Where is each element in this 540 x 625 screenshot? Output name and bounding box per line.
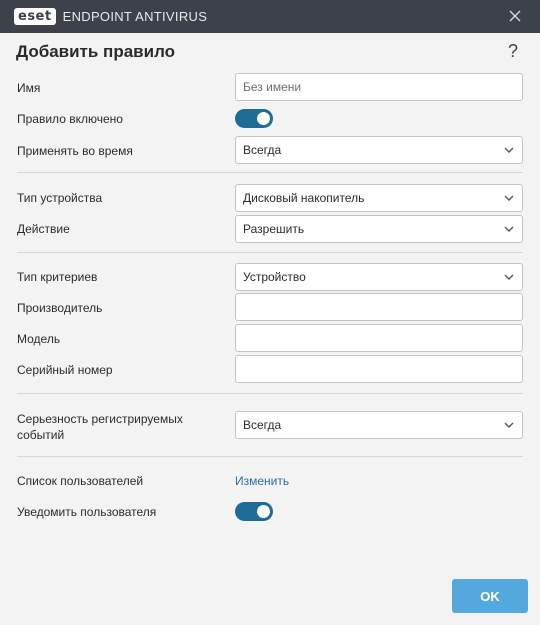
rule-enabled-toggle[interactable]: [235, 109, 273, 128]
eset-logo: eset ENDPOINT ANTIVIRUS: [14, 8, 207, 25]
divider: [17, 252, 523, 253]
rule-enabled-label: Правило включено: [17, 112, 123, 126]
log-severity-label-line2: событий: [17, 428, 65, 442]
device-type-select[interactable]: Дисковый накопитель: [235, 184, 523, 212]
serial-input[interactable]: [235, 355, 523, 383]
toggle-knob: [257, 112, 270, 125]
apply-time-select[interactable]: Всегда: [235, 136, 523, 164]
action-value: Разрешить: [243, 222, 305, 236]
log-severity-value: Всегда: [243, 418, 282, 432]
close-icon: [509, 10, 521, 22]
serial-label: Серийный номер: [17, 363, 113, 377]
help-button[interactable]: ?: [508, 41, 518, 62]
chevron-down-icon: [504, 147, 514, 153]
logo-mark: eset: [14, 8, 56, 25]
notify-user-label: Уведомить пользователя: [17, 505, 157, 519]
toggle-knob: [257, 505, 270, 518]
divider: [17, 393, 523, 394]
device-type-value: Дисковый накопитель: [243, 191, 365, 205]
model-label: Модель: [17, 332, 61, 346]
criteria-type-value: Устройство: [243, 270, 306, 284]
title-bar: eset ENDPOINT ANTIVIRUS: [0, 0, 540, 33]
chevron-down-icon: [504, 274, 514, 280]
divider: [17, 172, 523, 173]
chevron-down-icon: [504, 226, 514, 232]
log-severity-label: Серьезность регистрируемых событий: [17, 411, 183, 443]
user-list-label: Список пользователей: [17, 474, 144, 488]
criteria-type-label: Тип критериев: [17, 270, 98, 284]
apply-time-label: Применять во время: [17, 144, 133, 158]
vendor-label: Производитель: [17, 301, 103, 315]
chevron-down-icon: [504, 195, 514, 201]
model-input[interactable]: [235, 324, 523, 352]
log-severity-select[interactable]: Всегда: [235, 411, 523, 439]
action-label: Действие: [17, 222, 70, 236]
criteria-type-select[interactable]: Устройство: [235, 263, 523, 291]
close-button[interactable]: [506, 7, 524, 25]
log-severity-label-line1: Серьезность регистрируемых: [17, 412, 183, 426]
notify-user-toggle[interactable]: [235, 502, 273, 521]
device-type-label: Тип устройства: [17, 191, 103, 205]
ok-button[interactable]: OK: [452, 579, 528, 613]
divider: [17, 456, 523, 457]
name-label: Имя: [17, 81, 41, 95]
name-input[interactable]: [235, 73, 523, 101]
dialog-title: Добавить правило: [16, 42, 176, 61]
action-select[interactable]: Разрешить: [235, 215, 523, 243]
chevron-down-icon: [504, 422, 514, 428]
edit-user-list-link[interactable]: Изменить: [235, 474, 289, 488]
apply-time-value: Всегда: [243, 143, 282, 157]
product-name: ENDPOINT ANTIVIRUS: [62, 9, 208, 24]
vendor-input[interactable]: [235, 293, 523, 321]
